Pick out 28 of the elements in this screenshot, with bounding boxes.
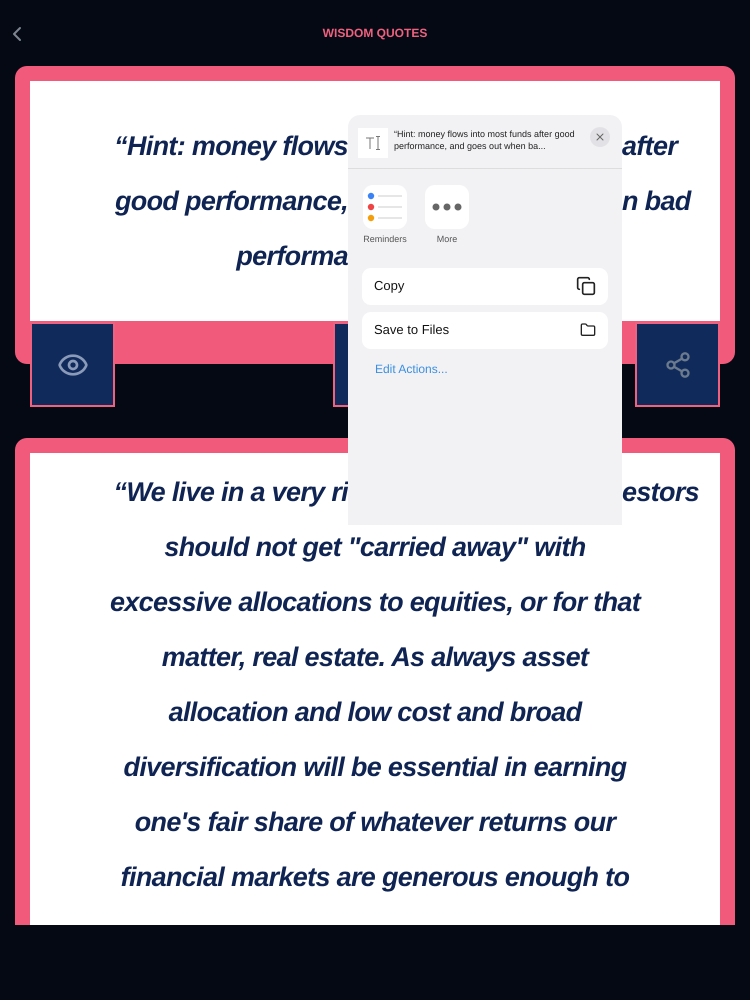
quote-text: good performance, <box>114 185 348 218</box>
quote-text: one's fair share of whatever returns our <box>134 806 616 839</box>
quote-text: “Hint: money flows <box>114 130 348 163</box>
quote-text: after <box>622 130 678 163</box>
quote-text: performa <box>236 240 348 273</box>
preview-text: “Hint: money flows into most funds after good performance, and goes out when ba... <box>394 128 576 152</box>
more-icon <box>432 203 462 211</box>
share-icon <box>664 350 692 378</box>
close-icon <box>594 131 606 143</box>
copy-icon <box>576 276 596 296</box>
quote-text: n bad <box>622 185 691 218</box>
page-title: WISDOM QUOTES <box>322 24 428 42</box>
share-button[interactable] <box>635 322 720 407</box>
quote-text: “We live in a very ri <box>114 476 348 509</box>
quote-text: estors <box>622 476 699 509</box>
action-row[interactable]: Save to Files <box>362 312 608 348</box>
quote-text: should not get "carried away" with <box>164 531 586 564</box>
quote-text: financial markets are generous enough to <box>120 861 630 894</box>
quote-text: excessive allocations to equities, or for that <box>110 586 640 619</box>
close-button[interactable] <box>590 127 610 147</box>
text-cursor-icon <box>365 135 381 151</box>
quote-text: diversification will be essential in earning <box>124 751 626 784</box>
quote-text: allocation and low cost and broad <box>168 696 582 729</box>
quote-text: matter, real estate. As always asset <box>162 641 588 674</box>
view-button[interactable] <box>30 322 115 407</box>
action-row[interactable]: Copy <box>362 268 608 304</box>
folder-icon <box>580 322 596 338</box>
reminders-icon <box>367 192 403 222</box>
